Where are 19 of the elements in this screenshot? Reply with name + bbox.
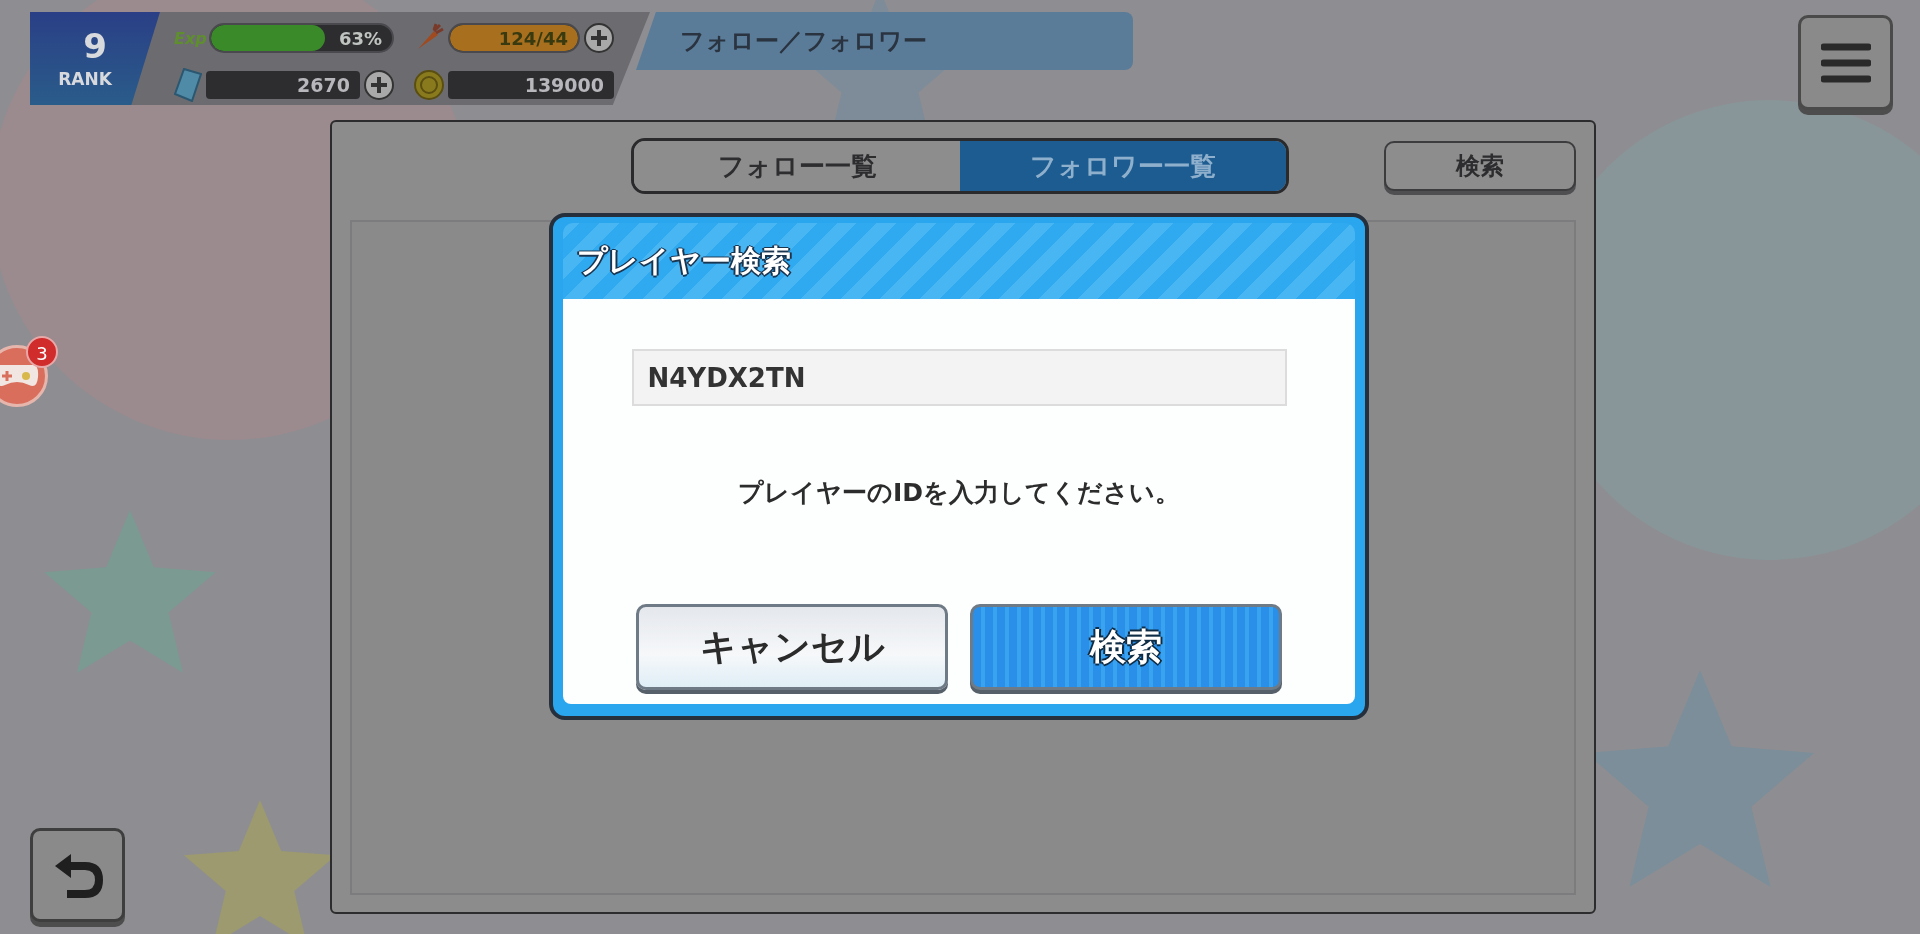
gem-icon xyxy=(174,67,202,102)
dialog-title: プレイヤー検索 xyxy=(577,241,791,280)
notification-badge: 3 xyxy=(26,336,58,368)
game-controller-button[interactable] xyxy=(0,345,48,407)
plus-icon[interactable] xyxy=(364,69,394,100)
list-tab[interactable]: フォロワー一覧 xyxy=(960,141,1286,191)
coin-icon xyxy=(414,69,444,100)
screen-title: フォロー／フォロワー xyxy=(680,26,927,57)
stamina-count: 124/44 xyxy=(498,28,568,49)
plus-icon[interactable] xyxy=(584,23,614,53)
coin-count: 139000 xyxy=(448,70,614,99)
rank-number: 9 xyxy=(83,28,107,63)
game-controller-icon xyxy=(0,363,39,389)
exp-percent: 63% xyxy=(338,28,382,49)
exp-label: Exp xyxy=(174,28,207,48)
gem-count: 2670 xyxy=(206,70,360,99)
rank-label: RANK xyxy=(58,68,112,89)
dialog-message: プレイヤーのIDを入力してください。 xyxy=(737,477,1181,509)
player-id-field[interactable]: N4YDX2TN xyxy=(631,349,1287,406)
